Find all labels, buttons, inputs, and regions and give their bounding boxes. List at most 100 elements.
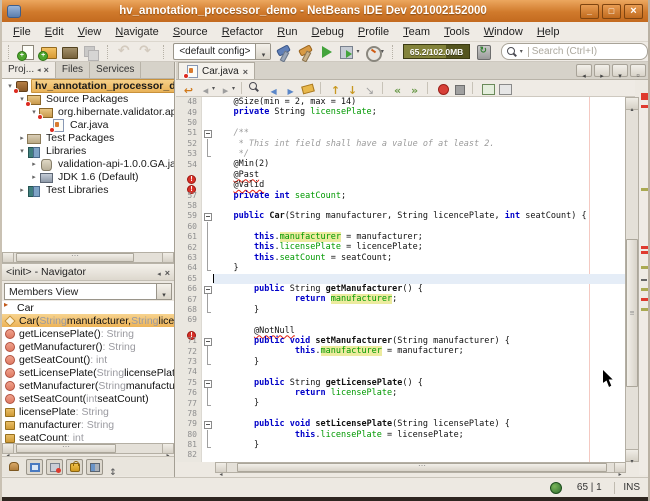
title-bar[interactable]: hv_annotation_processor_demo - NetBeans … xyxy=(2,0,648,22)
scroll-right-icon[interactable] xyxy=(162,253,173,262)
open-project-icon[interactable] xyxy=(58,43,79,61)
filter-inherited-button[interactable] xyxy=(6,459,23,475)
search-input[interactable]: ▾Search (Ctrl+I) xyxy=(501,43,648,60)
comment-icon[interactable] xyxy=(479,81,496,96)
stripe-mark[interactable] xyxy=(641,105,650,108)
code-line-70[interactable]: @NotNull xyxy=(176,326,625,336)
stripe-mark[interactable] xyxy=(641,308,650,311)
menu-tools[interactable]: Tools xyxy=(437,22,477,42)
expand-arrow-icon[interactable]: ▸ xyxy=(29,160,39,168)
stripe-mark[interactable] xyxy=(641,298,650,301)
navigator-item-setmanufacturer[interactable]: setManufacturer(String manufacturer) xyxy=(2,379,174,392)
next-occurrence-icon[interactable] xyxy=(282,81,299,96)
code-line-76[interactable]: 76 return licensePlate; xyxy=(176,388,625,398)
stripe-mark[interactable] xyxy=(641,266,650,269)
chevron-down-icon[interactable]: ▾ xyxy=(520,48,523,55)
tab-files[interactable]: Files xyxy=(56,62,90,78)
code-line-69[interactable]: 69 xyxy=(176,315,625,325)
tree-item-car-java[interactable]: Car.java xyxy=(2,118,174,131)
scroll-left-icon[interactable] xyxy=(3,253,14,262)
minimize-button[interactable] xyxy=(580,4,599,19)
editor-hscrollbar[interactable] xyxy=(215,462,626,473)
scan-status-icon[interactable] xyxy=(550,482,562,494)
code-line-78[interactable]: 78 xyxy=(176,409,625,419)
tab-maxi-button[interactable] xyxy=(630,64,646,77)
minimize-panel-icon[interactable] xyxy=(37,62,41,79)
navigator-item-seatcount[interactable]: seatCount : int xyxy=(2,431,174,443)
code-line-48[interactable]: 48 @Size(min = 2, max = 14) xyxy=(176,97,625,107)
close-tab-icon[interactable] xyxy=(44,62,49,79)
clear-usages-icon[interactable] xyxy=(361,81,378,96)
tab-left-button[interactable] xyxy=(576,64,592,77)
stripe-mark[interactable] xyxy=(641,279,647,281)
menu-window[interactable]: Window xyxy=(477,22,530,42)
expand-arrow-icon[interactable]: ▸ xyxy=(17,134,27,142)
code-line-60[interactable]: 60 xyxy=(176,222,625,232)
filter-sort-button[interactable] xyxy=(106,459,123,475)
scroll-left-icon[interactable] xyxy=(3,444,14,453)
code-line-50[interactable]: 50 xyxy=(176,118,625,128)
new-project-icon[interactable] xyxy=(37,43,58,61)
scroll-right-icon[interactable] xyxy=(614,463,625,472)
run-icon[interactable] xyxy=(316,43,337,61)
stop-macro-icon[interactable] xyxy=(451,81,468,96)
menu-team[interactable]: Team xyxy=(396,22,437,42)
find-selection-icon[interactable] xyxy=(248,81,265,96)
record-macro-icon[interactable] xyxy=(434,81,451,96)
code-line-80[interactable]: 80 this.licensePlate = licensePlate; xyxy=(176,430,625,440)
code-fold-icon[interactable] xyxy=(202,378,213,388)
scroll-up-icon[interactable] xyxy=(626,98,638,110)
menu-debug[interactable]: Debug xyxy=(304,22,350,42)
code-line-64[interactable]: 64 } xyxy=(176,263,625,273)
scroll-left-icon[interactable] xyxy=(216,463,227,472)
profile-icon[interactable] xyxy=(362,43,383,61)
code-line-49[interactable]: 49 private String licensePlate; xyxy=(176,107,625,117)
close-tab-icon[interactable] xyxy=(243,62,248,80)
minimize-panel-icon[interactable] xyxy=(157,263,161,281)
new-file-icon[interactable] xyxy=(16,43,37,61)
navigator-item-getseatcount[interactable]: getSeatCount() : int xyxy=(2,353,174,366)
navigator-item-getmanufacturer[interactable]: getManufacturer() : String xyxy=(2,340,174,353)
navigator-view-select[interactable]: Members View xyxy=(4,283,172,300)
garbage-collect-icon[interactable] xyxy=(473,43,494,61)
scroll-track[interactable] xyxy=(14,444,162,453)
code-editor[interactable]: 48 @Size(min = 2, max = 14)49 private St… xyxy=(176,97,625,462)
code-line-77[interactable]: 77 } xyxy=(176,398,625,408)
code-line-57[interactable]: 57 private int seatCount; xyxy=(176,191,625,201)
filter-order-button[interactable] xyxy=(86,459,103,475)
code-line-52[interactable]: 52 * This int field shall have a value o… xyxy=(176,139,625,149)
code-line-82[interactable]: 82 xyxy=(176,450,625,460)
config-select[interactable]: <default config> xyxy=(173,43,271,60)
code-line-79[interactable]: 79 public void setLicensePlate(String li… xyxy=(176,419,625,429)
stripe-mark[interactable] xyxy=(641,188,650,191)
code-line-65[interactable]: 65 xyxy=(176,274,625,284)
tree-item-source-packages[interactable]: ▾Source Packages xyxy=(2,92,174,105)
navigator-item-car[interactable]: Car xyxy=(2,301,174,314)
tree-item-org-hibernate-validator-ap-d[interactable]: ▾org.hibernate.validator.ap.demo xyxy=(2,105,174,118)
code-line-71[interactable]: 71 public void setManufacturer(String ma… xyxy=(176,336,625,346)
undo-icon[interactable] xyxy=(115,43,136,61)
memory-indicator[interactable]: 65.2/102.0MB xyxy=(403,44,471,59)
code-line-59[interactable]: 59 public Car(String manufacturer, Strin… xyxy=(176,211,625,221)
navigator-item-car[interactable]: Car(String manufacturer, String licenceP… xyxy=(2,314,174,327)
menu-help[interactable]: Help xyxy=(530,22,567,42)
navigator-item-setlicenseplate[interactable]: setLicensePlate(String licensePlate) xyxy=(2,366,174,379)
code-line-67[interactable]: 67 return manufacturer; xyxy=(176,294,625,304)
chevron-down-icon[interactable] xyxy=(255,44,270,59)
code-line-81[interactable]: 81 } xyxy=(176,440,625,450)
shift-line-left-icon[interactable] xyxy=(389,81,406,96)
code-line-54[interactable]: 54 @Min(2) xyxy=(176,159,625,169)
clean-build-icon[interactable] xyxy=(295,43,316,61)
projects-tree[interactable]: ▾hv_annotation_processor_demo▾Source Pac… xyxy=(2,79,174,252)
navigator-item-licenseplate[interactable]: licensePlate : String xyxy=(2,405,174,418)
tree-item-test-packages[interactable]: ▸Test Packages xyxy=(2,131,174,144)
editor-vscrollbar[interactable] xyxy=(625,97,639,462)
code-line-58[interactable]: 58 xyxy=(176,201,625,211)
maximize-button[interactable] xyxy=(602,4,621,19)
scroll-thumb[interactable] xyxy=(626,239,638,387)
stripe-mark[interactable] xyxy=(641,93,648,100)
code-line-68[interactable]: 68 } xyxy=(176,305,625,315)
scroll-track[interactable] xyxy=(227,463,614,472)
next-usage-icon[interactable] xyxy=(344,81,361,96)
tab-down-button[interactable] xyxy=(612,64,628,77)
